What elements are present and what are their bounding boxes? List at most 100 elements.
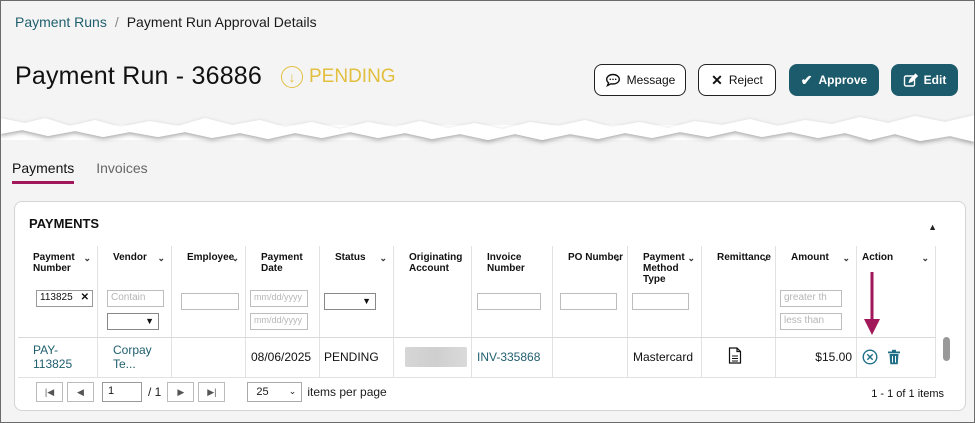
breadcrumb-separator: /	[114, 14, 119, 30]
amount-cell: $15.00	[775, 337, 857, 378]
column-header-label: Status	[335, 252, 366, 263]
chevron-down-icon[interactable]: ⌄	[761, 253, 769, 264]
tab-invoices[interactable]: Invoices	[96, 160, 147, 184]
items-per-page-label: items per page	[307, 385, 387, 399]
chevron-down-icon: ▼	[145, 316, 154, 326]
column-header-label: Payment Method Type	[643, 252, 685, 285]
status-cell: PENDING	[319, 337, 394, 378]
breadcrumb-payment-runs[interactable]: Payment Runs	[15, 14, 107, 30]
column-header-label: Employee	[187, 252, 235, 263]
breadcrumb: Payment Runs / Payment Run Approval Deta…	[15, 14, 317, 30]
column-header[interactable]: Invoice Number	[471, 246, 553, 285]
filter-row: 113825 ✕ Contain ▼ mm/dd/yyyy mm/dd/yyyy…	[18, 285, 936, 338]
edit-button[interactable]: Edit	[891, 64, 958, 96]
chevron-down-icon[interactable]: ⌄	[842, 253, 850, 264]
edit-icon	[903, 72, 918, 87]
column-header-label: Originating Account	[409, 252, 463, 274]
vendor-filter-select[interactable]: ▼	[107, 313, 159, 330]
invoice-number-link[interactable]: INV-335868	[477, 350, 540, 364]
page-title: Payment Run - 36886	[15, 62, 263, 90]
originating-account-redacted	[405, 347, 467, 367]
arrow-down-circle-icon: ↓	[281, 66, 303, 88]
breadcrumb-current: Payment Run Approval Details	[126, 14, 317, 30]
vertical-scrollbar[interactable]	[943, 337, 950, 361]
payments-table: Payment Number ⌄ Vendor ⌄ Employee ⌄ Paymen…	[18, 246, 936, 378]
table-header-row: Payment Number ⌄ Vendor ⌄ Employee ⌄ Paymen…	[18, 246, 936, 285]
payment-date-filter-to[interactable]: mm/dd/yyyy	[250, 313, 308, 330]
column-header[interactable]: Status ⌄	[319, 246, 394, 285]
message-button-label: Message	[626, 73, 676, 87]
payment-number-link[interactable]: PAY-113825	[33, 343, 72, 371]
column-header[interactable]: Originating Account	[393, 246, 472, 285]
next-page-button[interactable]: ▶	[167, 382, 195, 402]
speech-bubble-icon	[605, 73, 620, 87]
chevron-down-icon[interactable]: ⌄	[379, 253, 387, 264]
chevron-down-icon[interactable]: ⌄	[687, 253, 695, 264]
chevron-down-icon[interactable]: ⌄	[157, 253, 165, 264]
approve-button[interactable]: ✔ Approve	[789, 64, 879, 96]
chevron-down-icon: ▼	[362, 296, 371, 306]
payment-date-filter-from[interactable]: mm/dd/yyyy	[250, 290, 308, 307]
po-number-filter[interactable]	[560, 293, 617, 310]
chevron-down-icon[interactable]: ⌄	[231, 253, 239, 264]
payment-date-cell: 08/06/2025	[245, 337, 320, 378]
column-header[interactable]: Payment Date	[245, 246, 320, 285]
column-header[interactable]: Amount ⌄	[775, 246, 857, 285]
column-header[interactable]: Employee ⌄	[171, 246, 246, 285]
employee-filter[interactable]	[181, 293, 239, 310]
approve-button-label: Approve	[818, 73, 868, 87]
payment-method-cell: Mastercard	[627, 337, 702, 378]
reject-button[interactable]: ✕ Reject	[698, 64, 776, 96]
clear-icon[interactable]: ✕	[81, 292, 89, 303]
check-icon: ✔	[800, 72, 813, 88]
column-header[interactable]: PO Number ⌄	[552, 246, 628, 285]
reject-button-label: Reject	[728, 73, 763, 87]
amount-filter-max[interactable]: less than	[780, 313, 842, 330]
column-header[interactable]: Remittance ⌄	[701, 246, 776, 285]
column-header[interactable]: Payment Number ⌄	[18, 246, 98, 285]
cancel-circle-icon[interactable]	[862, 349, 878, 365]
column-header[interactable]: Vendor ⌄	[97, 246, 172, 285]
vendor-filter[interactable]: Contain	[107, 290, 164, 307]
tab-payments[interactable]: Payments	[12, 160, 75, 184]
column-header-label: Payment Date	[261, 252, 303, 274]
document-icon[interactable]	[728, 347, 742, 364]
po-number-cell	[552, 337, 628, 378]
last-page-button[interactable]: ▶|	[198, 382, 226, 402]
column-header-label: Vendor	[113, 252, 147, 263]
pager: |◀ ◀ 1 / 1 ▶ ▶| 25 ⌄ items per page	[36, 382, 387, 402]
page-number-input[interactable]: 1	[102, 382, 142, 402]
panel-title: PAYMENTS	[29, 216, 100, 231]
status-label: PENDING	[309, 66, 396, 87]
message-button[interactable]: Message	[594, 64, 686, 96]
status-badge: ↓ PENDING	[281, 66, 396, 88]
chevron-down-icon[interactable]: ⌄	[83, 253, 91, 264]
chevron-down-icon[interactable]: ⌄	[921, 253, 929, 264]
column-header-label: Invoice Number	[487, 252, 525, 274]
torn-edge-divider	[0, 115, 975, 142]
column-header-label: Amount	[791, 252, 829, 263]
amount-filter-min[interactable]: greater th	[780, 290, 842, 307]
prev-page-button[interactable]: ◀	[67, 382, 94, 402]
payment-number-filter[interactable]: 113825 ✕	[36, 290, 93, 307]
x-icon: ✕	[711, 72, 723, 88]
vendor-link[interactable]: Corpay Te...	[113, 343, 152, 371]
items-per-page-value: 25	[256, 386, 269, 398]
employee-cell	[171, 337, 246, 378]
column-header[interactable]: Payment Method Type ⌄	[627, 246, 702, 285]
first-page-button[interactable]: |◀	[36, 382, 63, 402]
trash-icon[interactable]	[887, 349, 901, 365]
tab-bar: Payments Invoices	[12, 160, 148, 184]
status-filter-select[interactable]: ▼	[324, 293, 376, 310]
edit-button-label: Edit	[923, 73, 947, 87]
page-total: / 1	[148, 385, 162, 399]
table-row[interactable]: PAY-113825 Corpay Te... 08/06/2025 PENDI…	[18, 337, 936, 378]
column-header-label: Action	[862, 252, 894, 263]
chevron-down-icon[interactable]: ⌄	[613, 253, 621, 264]
payment-number-filter-value: 113825	[40, 292, 73, 303]
invoice-number-filter[interactable]	[477, 293, 541, 310]
column-header-label: Payment Number	[33, 252, 75, 274]
collapse-icon[interactable]: ▲	[928, 222, 937, 232]
items-per-page-select[interactable]: 25 ⌄	[247, 382, 303, 402]
payment-method-filter[interactable]	[632, 293, 689, 310]
